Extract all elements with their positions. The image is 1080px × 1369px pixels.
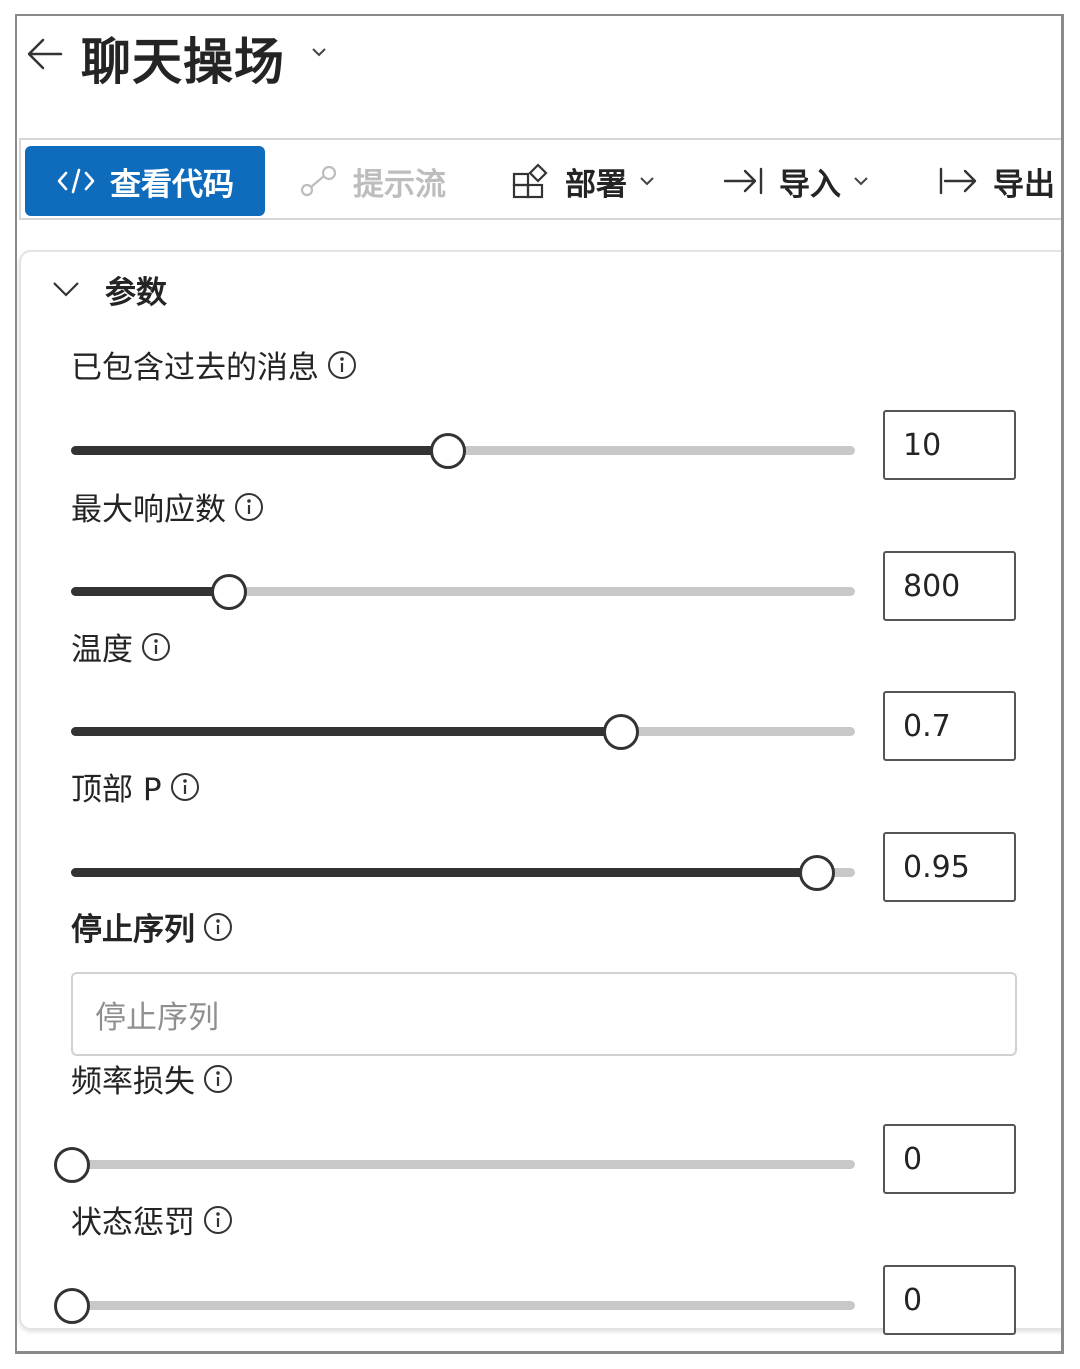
slider-fill: [71, 727, 620, 736]
chevron-down-icon[interactable]: [309, 42, 329, 62]
export-button[interactable]: 导出: [937, 146, 1055, 216]
top-p-slider[interactable]: [71, 855, 855, 891]
slider-fill: [71, 446, 448, 455]
frequency-penalty-slider[interactable]: [54, 1147, 855, 1183]
info-icon[interactable]: [234, 492, 264, 522]
chevron-down-icon: [640, 177, 654, 186]
slider-thumb[interactable]: [430, 433, 467, 469]
top-p-text: 顶部 P: [71, 772, 162, 808]
presence-penalty-slider[interactable]: [54, 1288, 855, 1324]
info-icon[interactable]: [203, 1205, 233, 1235]
temperature-label: 温度: [71, 624, 171, 669]
stop-sequence-placeholder: 停止序列: [95, 999, 219, 1036]
deploy-icon: [512, 163, 548, 199]
export-label: 导出: [993, 166, 1055, 203]
presence-penalty-text: 状态惩罚: [71, 1205, 195, 1241]
chevron-down-icon: [854, 177, 868, 186]
export-icon: [939, 167, 977, 195]
flow-icon: [300, 165, 337, 197]
max-response-label: 最大响应数: [71, 484, 264, 529]
temperature-input[interactable]: 0.7: [883, 691, 1016, 761]
info-icon[interactable]: [170, 772, 200, 802]
parameters-section-header[interactable]: 参数: [51, 266, 167, 312]
info-icon[interactable]: [203, 1064, 233, 1094]
slider-thumb[interactable]: [210, 574, 247, 610]
slider-thumb[interactable]: [54, 1147, 90, 1183]
import-icon: [723, 167, 763, 195]
import-label: 导入: [779, 166, 841, 203]
playground-window: 聊天操场 查看代码 提示流 部署 导入 导出 参数 已包含过去的消息 10 最大…: [15, 14, 1064, 1354]
prompt-flow-button[interactable]: 提示流: [299, 146, 446, 216]
title-bar: 聊天操场: [17, 16, 1061, 136]
slider-fill: [71, 868, 816, 877]
max-response-text: 最大响应数: [71, 492, 226, 528]
max-response-slider[interactable]: [71, 574, 855, 610]
info-icon[interactable]: [327, 350, 357, 380]
view-code-label: 查看代码: [110, 166, 234, 203]
info-icon[interactable]: [203, 912, 233, 942]
info-icon[interactable]: [141, 632, 171, 662]
parameters-panel: 参数 已包含过去的消息 10 最大响应数 800 温度 0.7 顶部 P 0.9…: [19, 250, 1061, 1335]
temperature-text: 温度: [71, 632, 133, 668]
frequency-penalty-text: 频率损失: [71, 1064, 195, 1100]
deploy-button[interactable]: 部署: [511, 146, 657, 216]
view-code-button[interactable]: 查看代码: [25, 146, 265, 216]
page-title: 聊天操场: [81, 33, 285, 91]
past-messages-label: 已包含过去的消息: [71, 342, 357, 387]
top-p-input[interactable]: 0.95: [883, 832, 1016, 902]
toolbar: 查看代码 提示流 部署 导入 导出: [19, 138, 1061, 220]
code-icon: [57, 168, 95, 194]
deploy-label: 部署: [565, 166, 627, 203]
past-messages-slider[interactable]: [71, 433, 855, 469]
past-messages-text: 已包含过去的消息: [71, 350, 319, 386]
prompt-flow-label: 提示流: [353, 166, 446, 203]
slider-thumb[interactable]: [602, 714, 639, 750]
frequency-penalty-label: 频率损失: [71, 1056, 233, 1101]
presence-penalty-label: 状态惩罚: [71, 1197, 233, 1242]
import-button[interactable]: 导入: [723, 146, 871, 216]
frequency-penalty-input[interactable]: 0: [883, 1124, 1016, 1194]
slider-thumb[interactable]: [54, 1288, 90, 1324]
top-p-label: 顶部 P: [71, 764, 200, 809]
max-response-input[interactable]: 800: [883, 551, 1016, 621]
temperature-slider[interactable]: [71, 714, 855, 750]
stop-sequence-text: 停止序列: [71, 912, 195, 948]
slider-fill: [71, 587, 228, 596]
chevron-down-icon: [53, 282, 79, 297]
stop-sequence-label: 停止序列: [71, 904, 233, 949]
stop-sequence-input[interactable]: 停止序列: [71, 972, 1017, 1056]
past-messages-input[interactable]: 10: [883, 410, 1016, 480]
section-title: 参数: [105, 274, 167, 311]
presence-penalty-input[interactable]: 0: [883, 1265, 1016, 1335]
slider-thumb[interactable]: [798, 855, 835, 891]
back-arrow-icon[interactable]: [25, 34, 65, 74]
